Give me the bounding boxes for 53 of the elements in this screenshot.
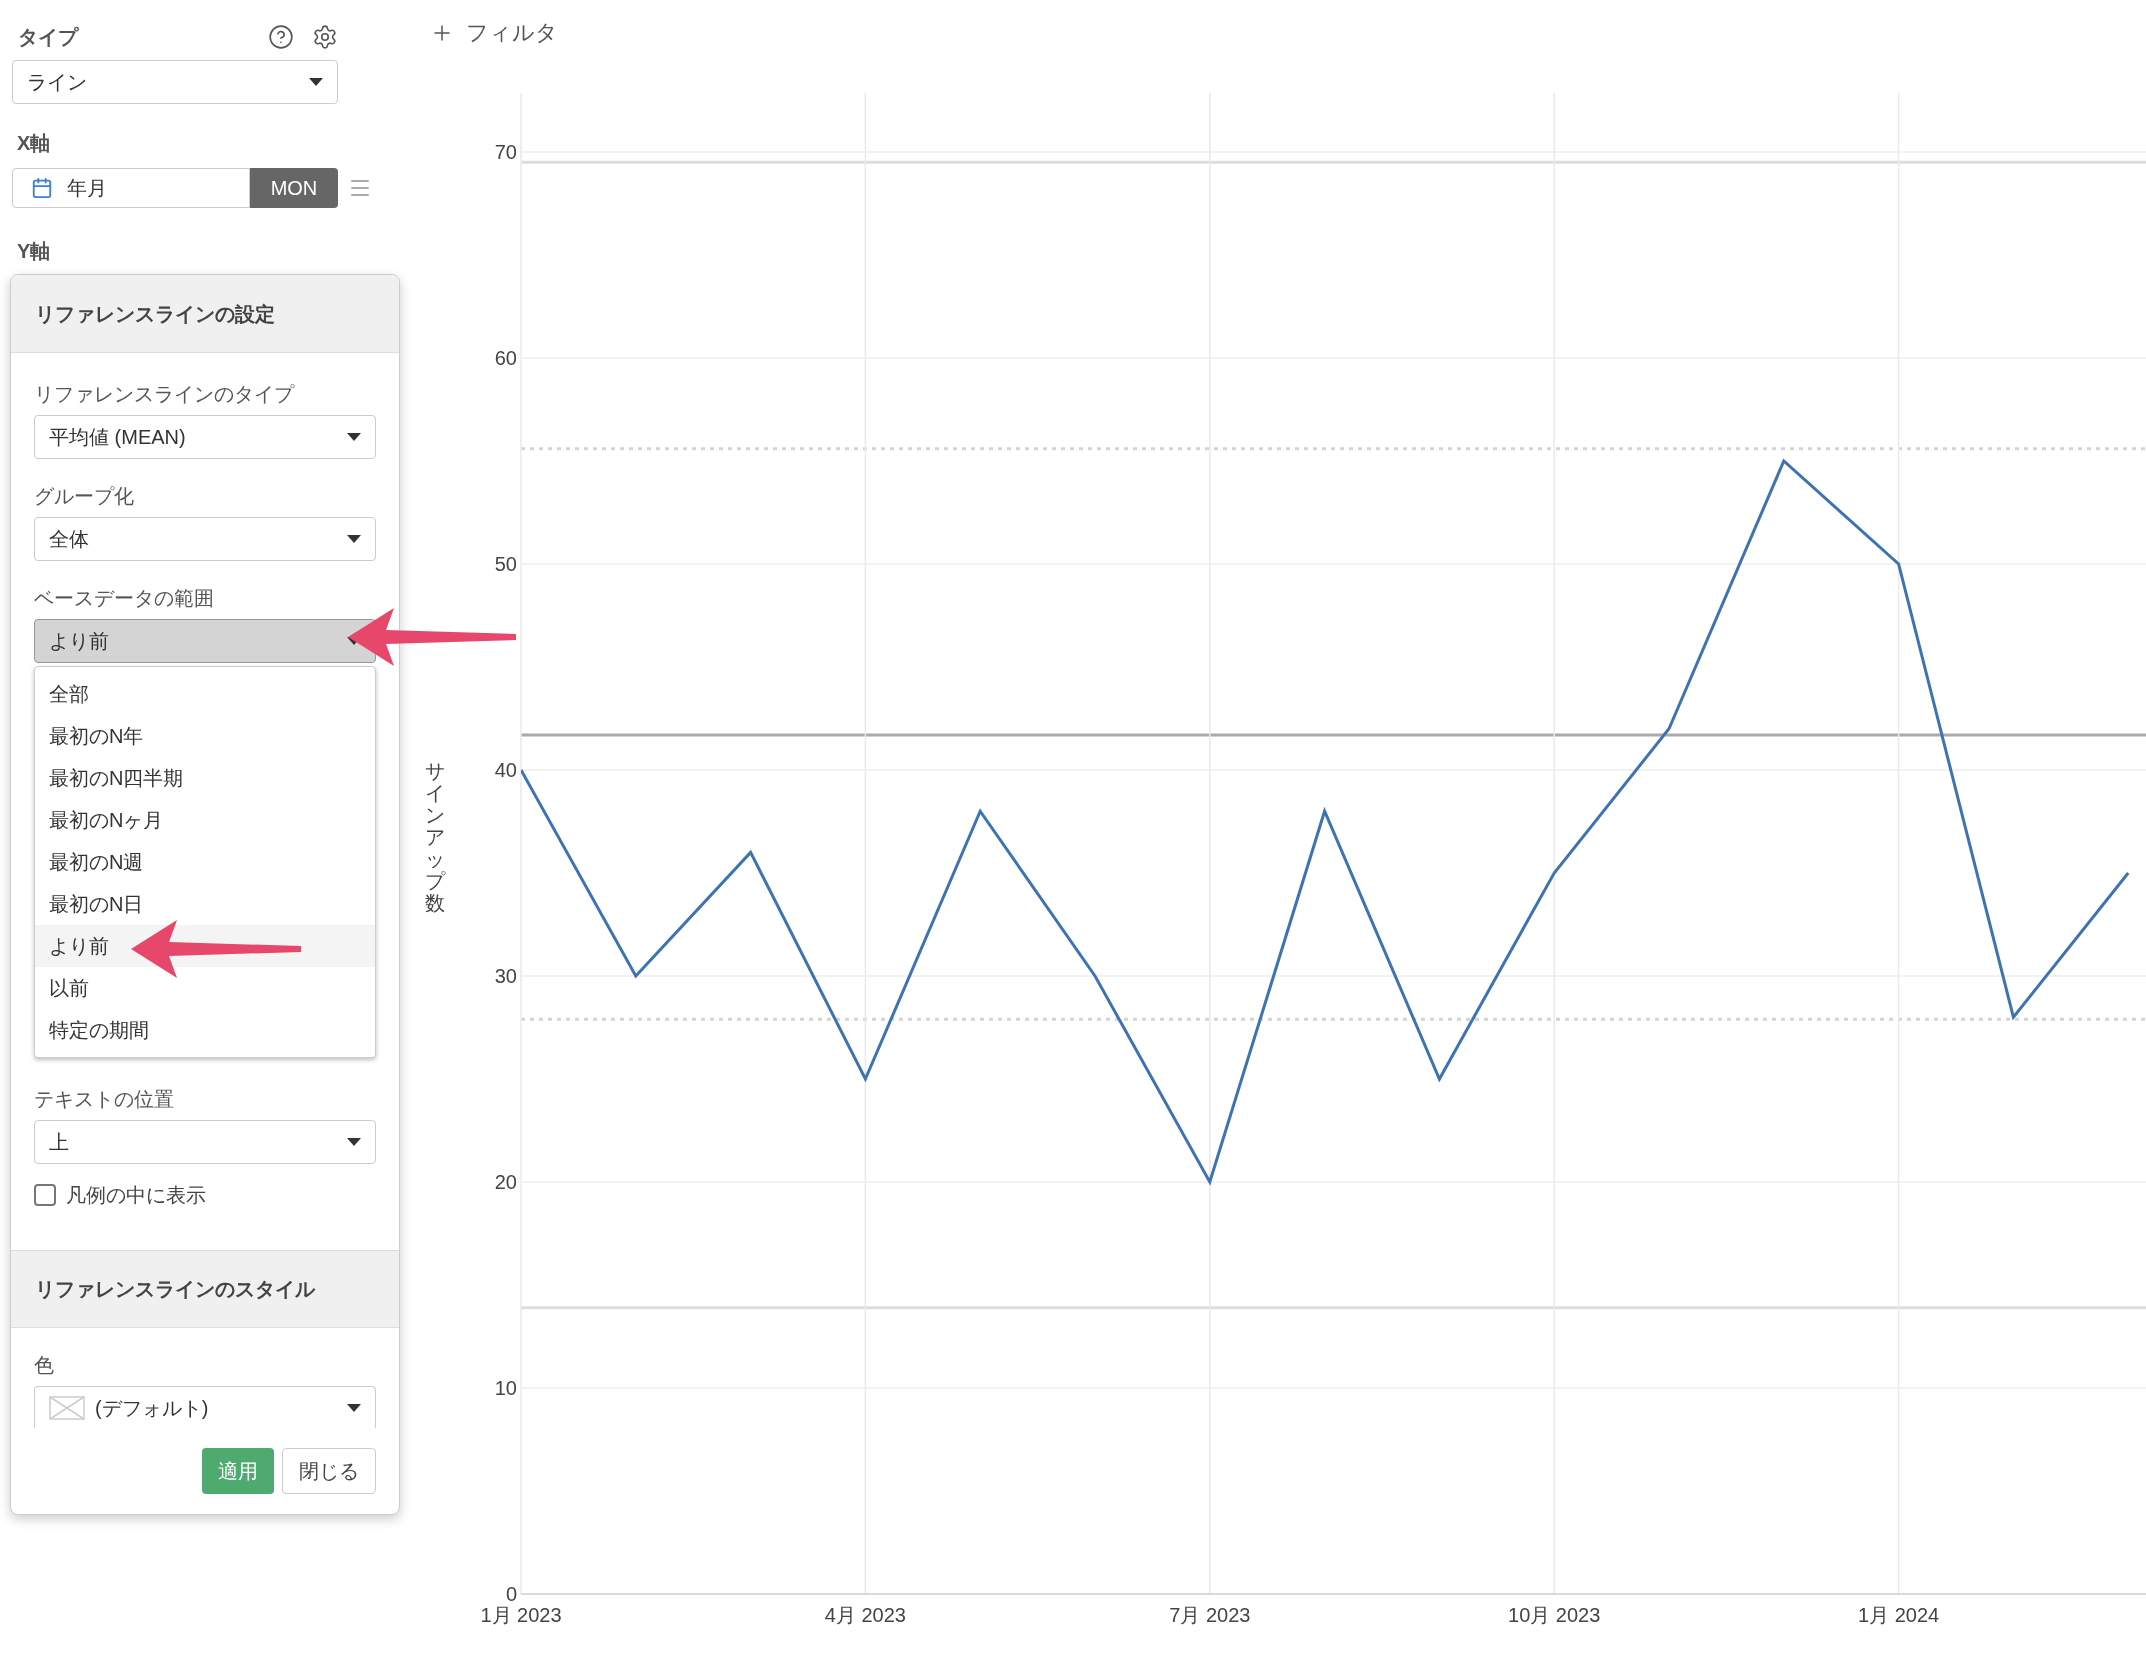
y-axis-title: サインアップ数 <box>425 760 445 914</box>
x-tick-label: 4月 2023 <box>824 1604 906 1626</box>
y-tick-label: 10 <box>494 1377 517 1399</box>
field-label: リファレンスラインのタイプ <box>34 382 296 407</box>
field-select[interactable]: 平均値 (MEAN) <box>34 415 376 459</box>
dropdown-option[interactable]: 最初のN週 <box>35 841 375 883</box>
y-tick-label: 60 <box>494 347 517 369</box>
caret-icon <box>347 1138 361 1146</box>
dropdown-option[interactable]: 特定の期間 <box>35 1009 375 1051</box>
x-tick-label: 1月 2024 <box>1858 1604 1940 1626</box>
field-label: 色 <box>34 1353 55 1378</box>
y-tick-label: 0 <box>505 1583 517 1605</box>
type-label: タイプ <box>18 25 78 50</box>
field-label: テキストの位置 <box>34 1087 175 1112</box>
y-tick-label: 70 <box>494 141 517 163</box>
x-tick-label: 1月 2023 <box>480 1604 562 1626</box>
help-icon[interactable] <box>268 24 294 50</box>
y-tick-label: 40 <box>494 759 517 781</box>
aggregation-button[interactable]: MON <box>250 168 338 208</box>
field-select[interactable]: 全体 <box>34 517 376 561</box>
caret-icon <box>347 1403 361 1412</box>
caret-icon <box>309 78 323 86</box>
checkbox[interactable] <box>34 1184 56 1206</box>
dropdown-option[interactable]: 最初のN年 <box>35 715 375 757</box>
dropdown-option[interactable]: 最初のN四半期 <box>35 757 375 799</box>
field-label: ベースデータの範囲 <box>34 586 215 611</box>
field-label: グループ化 <box>34 484 135 509</box>
color-select[interactable]: (デフォルト) <box>34 1386 376 1428</box>
x-axis-field[interactable]: 年月 <box>12 168 250 208</box>
empty-swatch-icon <box>49 1395 85 1420</box>
dropdown-option[interactable]: 最初のNヶ月 <box>35 799 375 841</box>
dropdown-option[interactable]: 最初のN日 <box>35 883 375 925</box>
x-tick-label: 7月 2023 <box>1169 1604 1251 1626</box>
x-tick-label: 10月 2023 <box>1508 1604 1601 1626</box>
y-axis-label: Y軸 <box>17 239 52 264</box>
y-tick-label: 20 <box>494 1171 517 1193</box>
dropdown-option[interactable]: 以前 <box>35 967 375 1009</box>
x-axis-label: X軸 <box>17 131 52 156</box>
y-tick-label: 50 <box>494 553 517 575</box>
section-title: リファレンスラインのスタイル <box>35 1277 315 1302</box>
dropdown-option[interactable]: 全部 <box>35 673 375 715</box>
checkbox-label: 凡例の中に表示 <box>66 1183 206 1208</box>
caret-icon <box>347 535 361 543</box>
panel-title: リファレンスラインの設定 <box>35 301 275 327</box>
panel-button[interactable]: 閉じる <box>282 1448 376 1494</box>
y-tick-label: 30 <box>494 965 517 987</box>
range-select[interactable]: より前 <box>34 619 376 663</box>
add-filter-button[interactable]: フィルタ <box>430 16 558 49</box>
chart-type-select[interactable]: ライン <box>12 60 338 104</box>
text-position-select[interactable]: 上 <box>34 1120 376 1164</box>
caret-icon <box>347 433 361 441</box>
settings-icon[interactable] <box>312 24 338 50</box>
calendar-icon <box>31 177 53 199</box>
